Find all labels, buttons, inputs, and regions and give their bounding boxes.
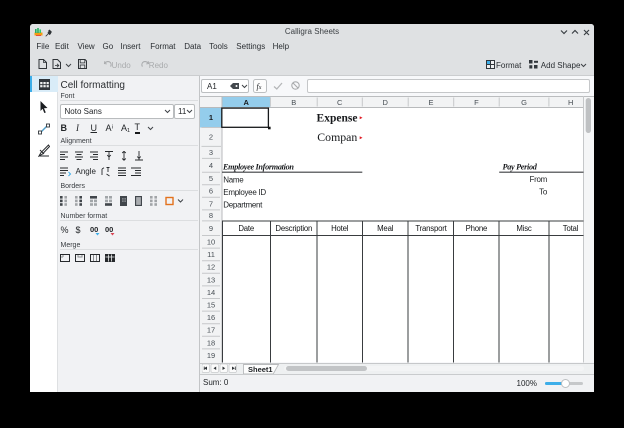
svg-text:To: To bbox=[539, 187, 548, 196]
svg-text:Transport: Transport bbox=[415, 224, 447, 233]
svg-text:Expense: Expense bbox=[317, 113, 358, 125]
svg-text:2: 2 bbox=[209, 133, 213, 142]
svg-text:H: H bbox=[568, 98, 573, 107]
svg-text:5: 5 bbox=[209, 174, 213, 183]
svg-text:Description: Description bbox=[275, 224, 312, 233]
svg-text:8: 8 bbox=[209, 211, 213, 220]
svg-text:13: 13 bbox=[207, 275, 215, 284]
svg-text:Department: Department bbox=[223, 201, 263, 210]
svg-text:12: 12 bbox=[207, 263, 215, 272]
svg-text:16: 16 bbox=[207, 313, 215, 322]
svg-text:A: A bbox=[243, 98, 249, 107]
svg-text:B: B bbox=[291, 98, 296, 107]
svg-text:17: 17 bbox=[207, 326, 215, 335]
svg-text:F: F bbox=[474, 98, 479, 107]
svg-text:1: 1 bbox=[209, 113, 213, 122]
svg-text:C: C bbox=[337, 98, 343, 107]
svg-text:18: 18 bbox=[207, 338, 215, 347]
svg-text:00: 00 bbox=[105, 225, 113, 234]
svg-text:Pay Period: Pay Period bbox=[503, 162, 538, 171]
svg-text:14: 14 bbox=[207, 288, 215, 297]
svg-text:4: 4 bbox=[209, 161, 213, 170]
svg-text:E: E bbox=[428, 98, 433, 107]
svg-text:9: 9 bbox=[209, 224, 213, 233]
svg-text:From: From bbox=[530, 175, 548, 184]
svg-text:D: D bbox=[382, 98, 388, 107]
svg-text:00: 00 bbox=[90, 225, 98, 234]
svg-text:G: G bbox=[521, 98, 527, 107]
svg-text:7: 7 bbox=[209, 199, 213, 208]
svg-text:Hotel: Hotel bbox=[331, 224, 349, 233]
svg-text:15: 15 bbox=[207, 301, 215, 310]
svg-text:Employee ID: Employee ID bbox=[223, 188, 266, 197]
svg-text:Date: Date bbox=[238, 224, 254, 233]
svg-text:10: 10 bbox=[207, 238, 215, 247]
svg-text:Name: Name bbox=[223, 176, 244, 185]
svg-text:Meal: Meal bbox=[377, 224, 394, 233]
svg-text:Misc: Misc bbox=[516, 224, 532, 233]
svg-text:Total: Total bbox=[563, 224, 579, 233]
svg-text:11: 11 bbox=[207, 250, 215, 259]
svg-text:6: 6 bbox=[209, 187, 213, 196]
svg-text:Employee Information: Employee Information bbox=[222, 162, 294, 171]
svg-text:3: 3 bbox=[209, 148, 213, 157]
svg-text:Phone: Phone bbox=[466, 224, 488, 233]
svg-text:Compan: Compan bbox=[317, 130, 357, 144]
svg-text:19: 19 bbox=[207, 351, 215, 360]
